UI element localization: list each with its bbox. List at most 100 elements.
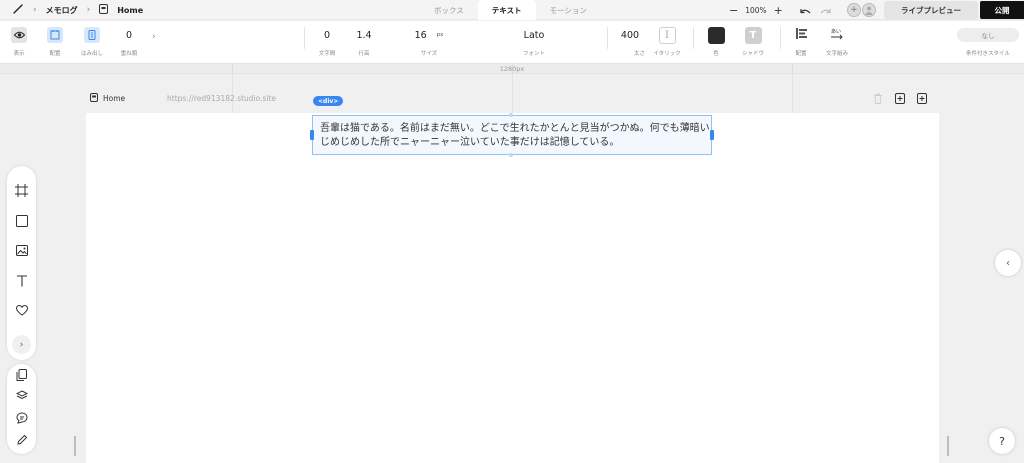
resize-handle-top[interactable] <box>509 113 513 117</box>
layers-icon[interactable] <box>14 388 29 403</box>
font-family-value[interactable]: Lato <box>524 21 545 49</box>
line-height-value[interactable]: 1.4 <box>356 21 371 49</box>
align-left-icon[interactable] <box>795 28 807 42</box>
heart-icon[interactable] <box>14 303 29 318</box>
font-size-control[interactable]: 16 px サイズ <box>405 21 453 64</box>
font-size-unit: px <box>436 32 444 38</box>
text-content[interactable]: 吾輩は猫である。名前はまだ無い。どこで生れたかとんと見当がつかぬ。何でも薄暗いじ… <box>320 122 710 150</box>
conditional-style-button[interactable]: なし <box>957 28 1019 42</box>
page-icon <box>90 92 98 104</box>
zorder-control[interactable]: 0 重ね順 <box>118 21 140 64</box>
text-icon[interactable] <box>14 273 29 288</box>
page-header: Home <box>90 92 125 104</box>
undo-icon[interactable] <box>800 1 811 20</box>
layout-label: 配置 <box>49 51 61 57</box>
italic-icon[interactable]: I <box>658 26 676 44</box>
overflow-control[interactable]: はみ出し <box>79 21 105 64</box>
zoom-control: − 100% + <box>729 0 783 20</box>
layout-control[interactable]: 配置 <box>45 21 65 64</box>
text-wrap-icon[interactable]: あい <box>830 28 844 43</box>
divider <box>693 27 694 49</box>
page-url[interactable]: https://red913182.studio.site <box>167 92 276 104</box>
redo-icon[interactable] <box>820 1 831 20</box>
chevron-right-icon: › <box>33 5 37 15</box>
trash-icon[interactable] <box>871 91 885 105</box>
tab-box[interactable]: ボックス <box>420 0 478 20</box>
divider <box>607 27 608 49</box>
tab-text[interactable]: テキスト <box>477 0 536 20</box>
tab-motion[interactable]: モーション <box>536 0 601 20</box>
selected-element-tag[interactable]: <div> <box>313 96 344 106</box>
layout-icon[interactable] <box>47 27 63 43</box>
line-height-control[interactable]: 1.4 行高 <box>353 21 375 64</box>
svg-text:あい: あい <box>831 29 841 35</box>
image-icon[interactable] <box>14 243 29 258</box>
edit-pen-icon[interactable] <box>12 3 24 17</box>
display-label: 表示 <box>13 51 25 57</box>
zorder-label: 重ね順 <box>120 51 138 57</box>
live-preview-button[interactable]: ライブプレビュー <box>884 1 978 19</box>
scroll-indicator[interactable] <box>74 436 76 456</box>
text-align-control[interactable]: 配置 <box>791 21 811 64</box>
zoom-level[interactable]: 100% <box>745 6 766 15</box>
zoom-out-button[interactable]: − <box>729 4 738 17</box>
page-actions <box>871 91 929 105</box>
scroll-indicator[interactable] <box>947 436 949 456</box>
resize-handle-left[interactable] <box>310 130 314 140</box>
more-elements-button[interactable]: › <box>12 335 31 354</box>
add-collaborator-icon[interactable]: + <box>847 3 861 17</box>
zoom-in-button[interactable]: + <box>774 4 783 17</box>
breakpoint-guide <box>792 74 793 114</box>
pencil-icon[interactable] <box>14 432 29 447</box>
breadcrumb-page[interactable]: Home <box>117 6 143 15</box>
overflow-label: はみ出し <box>80 51 103 57</box>
font-size-value[interactable]: 16 <box>415 30 427 41</box>
add-page-after-icon[interactable] <box>915 91 929 105</box>
avatar[interactable] <box>862 3 876 17</box>
zorder-value[interactable]: 0 <box>126 21 132 49</box>
resize-handle-bottom[interactable] <box>509 153 513 157</box>
breakpoint-guide <box>512 74 513 114</box>
page-name[interactable]: Home <box>103 94 125 103</box>
top-bar: › メモログ › Home ボックス テキスト モーション − 100% + +… <box>0 0 1024 20</box>
overflow-icon[interactable] <box>84 27 100 43</box>
text-color-control[interactable]: 色 <box>704 21 728 64</box>
chevron-left-icon[interactable]: ‹ <box>995 250 1021 276</box>
chevron-right-icon[interactable]: › <box>152 32 156 42</box>
publish-button[interactable]: 公開 <box>980 1 1024 19</box>
chevron-right-icon: › <box>86 5 91 15</box>
letter-spacing-value[interactable]: 0 <box>324 21 330 49</box>
help-button[interactable]: ? <box>989 428 1015 454</box>
property-toolbar: 表示 配置 はみ出し 0 重ね順 › 0 文字間 1.4 行高 16 px サイ… <box>0 21 1024 64</box>
text-shadow-control[interactable]: T シャドウ <box>738 21 768 64</box>
text-shadow-icon[interactable]: T <box>744 26 762 44</box>
text-color-swatch[interactable] <box>707 26 725 44</box>
add-element-dock: › <box>7 166 36 360</box>
text-wrap-control[interactable]: あい 文字組み <box>822 21 852 64</box>
breadcrumb-project[interactable]: メモログ <box>46 5 78 16</box>
frame-icon[interactable] <box>14 183 29 198</box>
pages-icon[interactable] <box>14 367 29 382</box>
resize-handle-right[interactable] <box>710 130 714 140</box>
panel-dock <box>7 364 36 454</box>
page-icon <box>99 4 109 16</box>
divider <box>780 27 781 49</box>
selected-text-box[interactable]: 吾輩は猫である。名前はまだ無い。どこで生れたかとんと見当がつかぬ。何でも薄暗いじ… <box>310 113 714 157</box>
conditional-style-label: 条件付きスタイル <box>965 51 1010 57</box>
conditional-style-control[interactable]: なし 条件付きスタイル <box>956 21 1020 64</box>
font-family-control[interactable]: Lato フォント <box>489 21 579 64</box>
font-size-label: サイズ <box>420 51 438 57</box>
divider <box>304 27 305 49</box>
display-control[interactable]: 表示 <box>9 21 29 64</box>
add-page-before-icon[interactable] <box>893 91 907 105</box>
letter-spacing-label: 文字間 <box>318 51 336 57</box>
box-icon[interactable] <box>14 213 29 228</box>
font-weight-control[interactable]: 400 太さ <box>615 21 645 64</box>
italic-label: イタリック <box>653 51 681 57</box>
comment-icon[interactable] <box>14 410 29 425</box>
eye-icon[interactable] <box>11 27 27 43</box>
page-canvas[interactable] <box>86 113 939 463</box>
italic-control[interactable]: I イタリック <box>650 21 684 64</box>
font-weight-value[interactable]: 400 <box>621 21 639 49</box>
letter-spacing-control[interactable]: 0 文字間 <box>316 21 338 64</box>
